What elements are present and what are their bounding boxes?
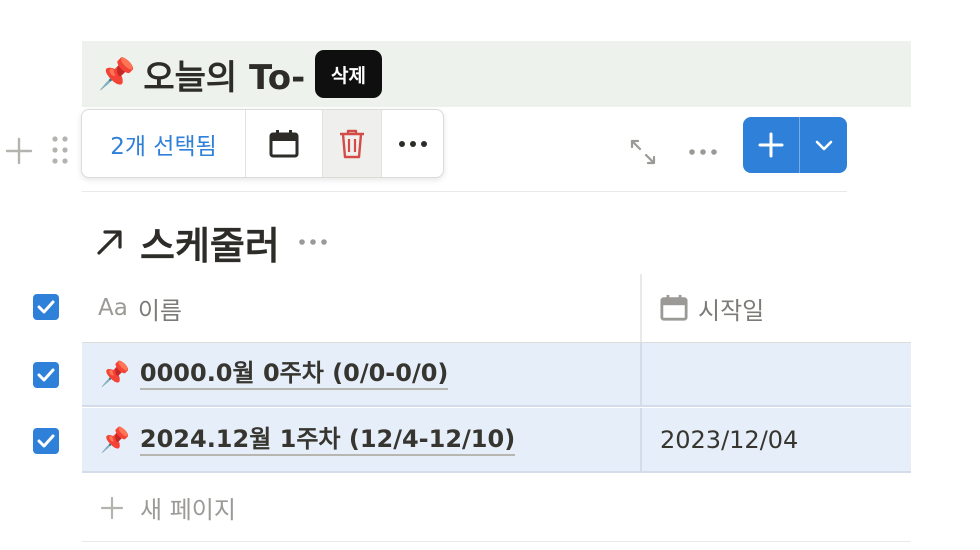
column-header-label: 시작일: [698, 296, 765, 325]
row-checkbox[interactable]: [33, 428, 59, 454]
delete-button[interactable]: [323, 110, 382, 177]
checkmark-icon: [37, 368, 55, 382]
new-item-button[interactable]: [743, 117, 800, 173]
table-row[interactable]: 📌 0000.0월 0주차 (0/0-0/0): [82, 342, 911, 407]
text-property-icon: Aa: [98, 295, 128, 321]
plus-icon: [100, 496, 124, 519]
delete-tooltip: 삭제: [315, 50, 382, 98]
selection-toolbar: 2개 선택됨: [81, 109, 444, 178]
column-header-label: 이름: [137, 296, 182, 325]
drag-handle-icon[interactable]: [50, 134, 70, 166]
new-dropdown-button[interactable]: [800, 117, 847, 173]
more-actions-button[interactable]: [382, 110, 443, 177]
column-separator: [640, 343, 642, 405]
column-header-start-date[interactable]: 시작일: [660, 290, 764, 326]
page-title-text: 오늘의 To-: [143, 57, 306, 98]
expand-icon[interactable]: [628, 137, 658, 167]
arrow-up-right-icon: [97, 230, 122, 255]
toolbar-divider: [82, 191, 847, 192]
calendar-icon: [269, 129, 299, 157]
select-all-checkbox[interactable]: [33, 294, 59, 320]
start-date-cell[interactable]: 2023/12/04: [660, 408, 798, 471]
selected-count-label[interactable]: 2개 선택됨: [82, 110, 246, 177]
add-block-icon[interactable]: [4, 136, 34, 166]
database-heading[interactable]: 스케줄러: [94, 214, 328, 270]
pushpin-icon: 📌: [100, 425, 130, 454]
name-cell[interactable]: 📌 0000.0월 0주차 (0/0-0/0): [100, 343, 449, 405]
new-page-button[interactable]: 새 페이지: [100, 490, 236, 525]
chevron-down-icon: [815, 140, 832, 151]
new-page-label: 새 페이지: [140, 496, 236, 524]
row-checkbox[interactable]: [33, 362, 59, 388]
more-icon: [398, 140, 427, 147]
row-title-link[interactable]: 0000.0월 0주차 (0/0-0/0): [139, 358, 449, 390]
set-date-button[interactable]: [246, 110, 323, 177]
column-separator: [640, 274, 642, 342]
table-row[interactable]: 📌 2024.12월 1주차 (12/4-12/10) 2023/12/04: [82, 408, 911, 473]
pushpin-icon: 📌: [100, 360, 130, 388]
page-title[interactable]: 📌 오늘의 To-: [98, 48, 305, 100]
column-separator: [640, 408, 642, 471]
column-header-name[interactable]: Aa 이름: [98, 290, 182, 326]
row-title-link[interactable]: 2024.12월 1주차 (12/4-12/10): [139, 424, 516, 456]
trash-icon: [340, 129, 364, 158]
plus-icon: [758, 132, 784, 158]
more-icon[interactable]: [686, 140, 720, 164]
database-title: 스케줄러: [140, 223, 280, 268]
more-icon[interactable]: [298, 237, 328, 247]
checkmark-icon: [37, 300, 55, 314]
name-cell[interactable]: 📌 2024.12월 1주차 (12/4-12/10): [100, 408, 516, 471]
table-bottom-border: [82, 541, 911, 542]
calendar-icon: [660, 294, 688, 321]
checkmark-icon: [37, 434, 55, 448]
new-button[interactable]: [743, 117, 847, 173]
pushpin-icon: 📌: [98, 56, 136, 92]
